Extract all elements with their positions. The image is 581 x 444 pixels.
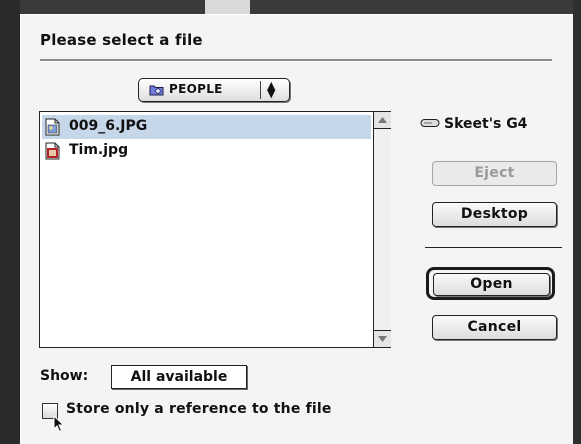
folder-icon xyxy=(149,84,164,99)
scroll-up-button[interactable] xyxy=(374,112,391,129)
dialog-title: Please select a file xyxy=(40,31,203,49)
file-name: Tim.jpg xyxy=(69,142,129,158)
open-button[interactable]: Open xyxy=(433,273,550,296)
up-down-arrows-icon: ▲ ▼ xyxy=(267,79,276,100)
scroll-down-button[interactable] xyxy=(374,330,391,347)
buttons-divider xyxy=(425,247,562,248)
volume-indicator: Skeet's G4 xyxy=(420,116,527,132)
folder-popup-label: PEOPLE xyxy=(169,82,223,96)
cancel-button[interactable]: Cancel xyxy=(432,315,557,340)
eject-button[interactable]: Eject xyxy=(432,161,557,186)
jpeg-file-icon xyxy=(45,142,61,164)
desktop-button[interactable]: Desktop xyxy=(432,202,557,227)
file-list[interactable]: 009_6.JPG Tim.jpg xyxy=(39,111,391,348)
file-row[interactable]: Tim.jpg xyxy=(42,139,371,163)
file-name: 009_6.JPG xyxy=(69,118,148,134)
show-label: Show: xyxy=(40,368,89,384)
scroll-down-arrow-icon xyxy=(378,336,387,342)
file-list-rows: 009_6.JPG Tim.jpg xyxy=(40,112,373,347)
scroll-up-arrow-icon xyxy=(378,117,387,123)
title-divider xyxy=(40,59,552,62)
hard-disk-icon xyxy=(420,116,440,132)
open-file-dialog: Please select a file PEOPLE ▲ ▼ 009_6.JP… xyxy=(20,14,573,444)
show-type-popup[interactable]: All available xyxy=(111,365,247,389)
popup-divider xyxy=(260,81,261,99)
mouse-pointer-icon xyxy=(53,414,65,437)
vertical-scrollbar[interactable] xyxy=(373,112,391,347)
background-left-edge xyxy=(0,0,20,444)
reference-checkbox-label[interactable]: Store only a reference to the file xyxy=(66,401,332,417)
file-row-selected[interactable]: 009_6.JPG xyxy=(42,115,371,139)
background-right-edge xyxy=(573,0,581,444)
folder-popup-menu[interactable]: PEOPLE ▲ ▼ xyxy=(138,78,290,102)
background-window-gap xyxy=(205,0,250,14)
background-window-edge xyxy=(0,0,581,14)
image-file-icon xyxy=(45,118,61,140)
volume-name: Skeet's G4 xyxy=(444,116,528,132)
